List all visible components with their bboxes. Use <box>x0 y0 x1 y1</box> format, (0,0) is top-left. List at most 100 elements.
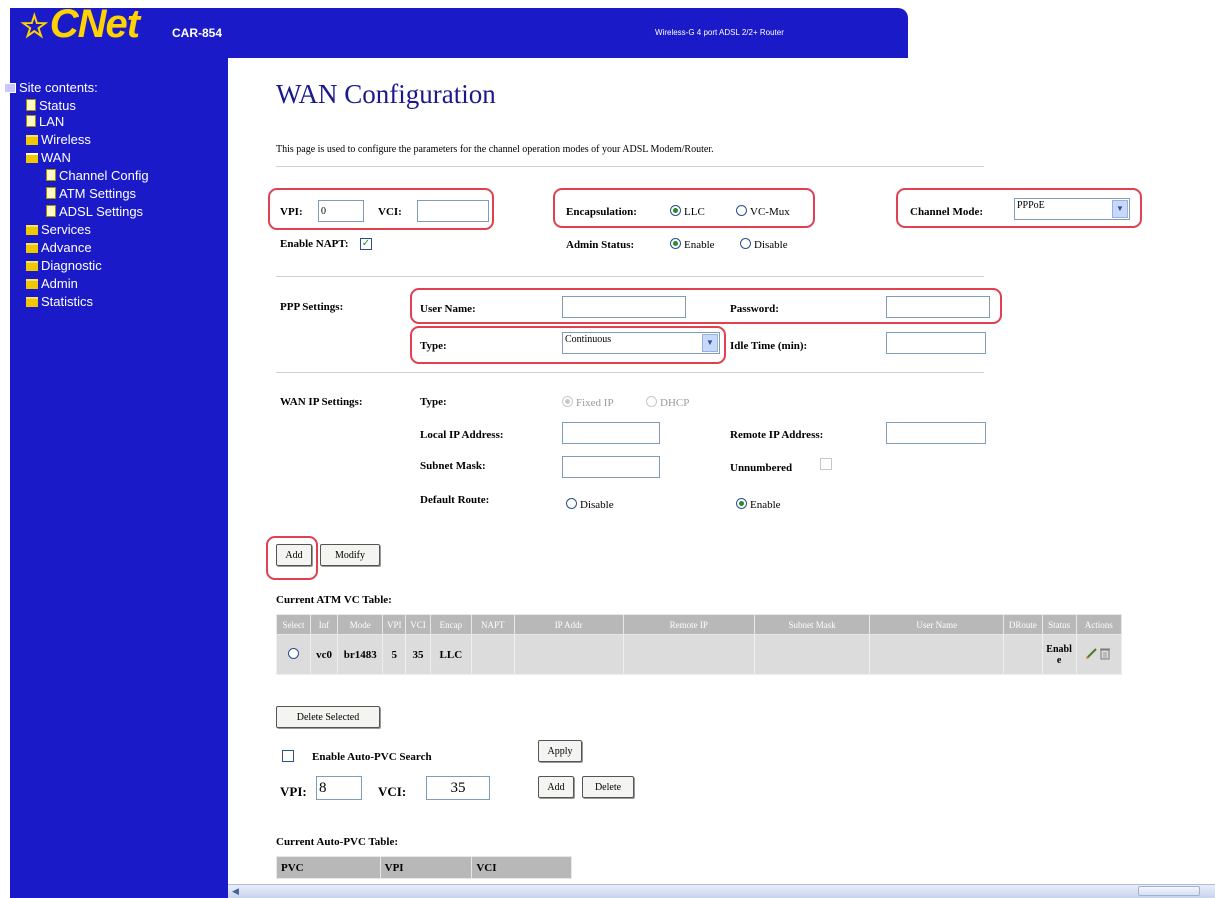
modify-button[interactable]: Modify <box>320 544 380 566</box>
route-enable-radio[interactable]: Enable <box>730 498 781 511</box>
unnumbered-label: Unnumbered <box>730 462 793 474</box>
folder-icon <box>26 135 38 145</box>
delete-selected-button[interactable]: Delete Selected <box>276 706 380 728</box>
col-pvc: PVC <box>276 856 381 879</box>
row-select-radio[interactable] <box>287 648 299 659</box>
horizontal-scrollbar[interactable] <box>228 884 1215 898</box>
sidebar-item-advance[interactable]: Advance <box>26 240 92 256</box>
model-number: CAR-854 <box>172 26 223 40</box>
row-mask <box>753 634 871 675</box>
col-droute: DRoute <box>1003 614 1043 635</box>
radio-unselected-icon <box>566 498 577 509</box>
col-remote-ip: Remote IP <box>622 614 755 635</box>
radio-unselected-icon <box>740 238 751 249</box>
scrollbar-thumb[interactable] <box>1138 886 1200 896</box>
divider <box>276 372 984 373</box>
page-icon <box>46 187 56 199</box>
fixed-ip-radio[interactable]: Fixed IP <box>556 396 614 409</box>
route-disable-radio[interactable]: Disable <box>560 498 614 511</box>
sidebar-item-lan[interactable]: LAN <box>26 114 64 130</box>
auto-pvc-vpi-input[interactable] <box>316 776 362 800</box>
auto-pvc-table-title: Current Auto-PVC Table: <box>276 836 399 848</box>
row-vci: 35 <box>405 634 431 675</box>
sidebar-item-atm-settings[interactable]: ATM Settings <box>46 186 136 202</box>
col-encap: Encap <box>429 614 472 635</box>
dhcp-radio[interactable]: DHCP <box>640 396 689 409</box>
unnumbered-checkbox[interactable] <box>820 458 832 470</box>
auto-pvc-add-button[interactable]: Add <box>538 776 574 798</box>
col-inf: Inf <box>309 614 339 635</box>
ppp-settings-label: PPP Settings: <box>280 301 344 313</box>
auto-pvc-table: PVC VPI VCI <box>276 856 572 879</box>
add-button-highlight <box>266 536 318 580</box>
wan-type-label: Type: <box>420 396 447 408</box>
idle-time-input[interactable] <box>886 332 986 354</box>
sidebar-root[interactable]: Site contents: <box>4 80 98 96</box>
row-user <box>869 634 1005 675</box>
napt-label: Enable NAPT: <box>280 238 349 250</box>
sidebar-item-services[interactable]: Services <box>26 222 91 238</box>
table-row: vc0 br1483 5 35 LLC Enable <box>276 634 1123 675</box>
scroll-left-arrow-icon[interactable]: ◀ <box>232 886 239 897</box>
auto-pvc-vpi-label: VPI: <box>280 784 307 799</box>
row-inf: vc0 <box>309 634 339 675</box>
col-vci: VCI <box>405 614 431 635</box>
admin-enable-radio[interactable]: Enable <box>664 238 715 251</box>
admin-status-label: Admin Status: <box>566 239 635 251</box>
encapsulation-highlight <box>553 188 815 228</box>
folder-icon <box>26 243 38 253</box>
product-name: Wireless-G 4 port ADSL 2/2+ Router <box>655 28 784 37</box>
napt-checkbox[interactable]: ✓ <box>360 238 372 250</box>
page-description: This page is used to configure the param… <box>276 144 714 155</box>
folder-icon <box>26 297 38 307</box>
local-ip-input[interactable] <box>562 422 660 444</box>
radio-selected-icon <box>562 396 573 407</box>
sidebar-item-wireless[interactable]: Wireless <box>26 132 91 148</box>
auto-pvc-vci-input[interactable] <box>426 776 490 800</box>
channel-mode-highlight <box>896 188 1142 228</box>
sidebar-item-admin[interactable]: Admin <box>26 276 78 292</box>
edit-pencil-icon[interactable] <box>1085 648 1097 659</box>
page-icon <box>26 99 36 111</box>
row-remote <box>622 634 755 675</box>
col-vpi: VPI <box>382 614 407 635</box>
radio-selected-icon <box>670 238 681 249</box>
sidebar-item-diagnostic[interactable]: Diagnostic <box>26 258 102 274</box>
row-ip <box>513 634 624 675</box>
row-actions <box>1075 634 1123 675</box>
page-icon <box>26 115 36 127</box>
vpi-vci-highlight <box>268 188 494 230</box>
col-subnet-mask: Subnet Mask <box>753 614 871 635</box>
ppp-type-highlight <box>410 326 726 364</box>
page-icon <box>46 205 56 217</box>
folder-icon <box>26 261 38 271</box>
subnet-mask-input[interactable] <box>562 456 660 478</box>
auto-pvc-label: Enable Auto-PVC Search <box>312 751 432 763</box>
logo-star-icon: ☆ <box>20 8 49 44</box>
sidebar-item-adsl-settings[interactable]: ADSL Settings <box>46 204 143 220</box>
page-icon <box>46 169 56 181</box>
sidebar-item-wan[interactable]: WAN <box>26 150 71 166</box>
auto-pvc-checkbox[interactable] <box>282 750 294 762</box>
folder-tree-icon <box>4 83 16 93</box>
sidebar-item-status[interactable]: Status <box>26 98 76 114</box>
row-status: Enable <box>1041 634 1077 675</box>
sidebar-item-statistics[interactable]: Statistics <box>26 294 93 310</box>
sidebar-item-channel-config[interactable]: Channel Config <box>46 168 149 184</box>
sidebar <box>10 58 228 898</box>
apply-button[interactable]: Apply <box>538 740 582 762</box>
wan-ip-settings-label: WAN IP Settings: <box>280 396 363 408</box>
trash-icon[interactable] <box>1099 648 1110 660</box>
table-header-row: PVC VPI VCI <box>276 856 572 879</box>
folder-icon <box>26 225 38 235</box>
auto-pvc-delete-button[interactable]: Delete <box>582 776 634 798</box>
divider <box>276 276 984 277</box>
row-select-cell <box>276 634 311 675</box>
folder-icon <box>26 279 38 289</box>
col-vpi: VPI <box>379 856 473 879</box>
radio-unselected-icon <box>646 396 657 407</box>
remote-ip-input[interactable] <box>886 422 986 444</box>
credentials-highlight <box>410 288 1002 324</box>
admin-disable-radio[interactable]: Disable <box>734 238 788 251</box>
local-ip-label: Local IP Address: <box>420 429 504 441</box>
